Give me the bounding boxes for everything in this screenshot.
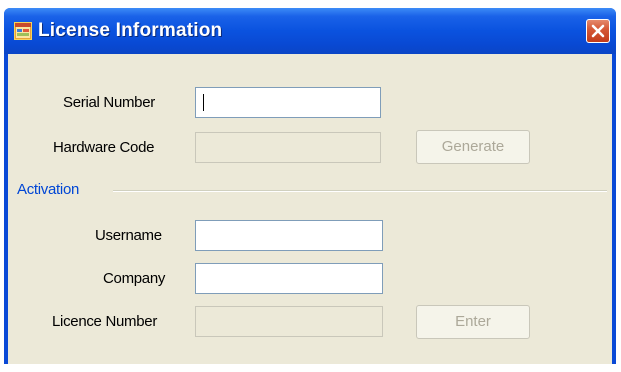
username-label: Username — [95, 227, 162, 244]
close-icon — [591, 24, 605, 38]
hardware-code-label: Hardware Code — [53, 139, 155, 156]
username-input[interactable] — [195, 220, 383, 251]
company-label: Company — [103, 270, 166, 287]
activation-group-label: Activation — [17, 181, 80, 198]
licence-number-label: Licence Number — [52, 313, 158, 330]
generate-button[interactable]: Generate — [416, 130, 530, 164]
enter-button[interactable]: Enter — [416, 305, 530, 339]
hardware-code-input — [195, 132, 381, 163]
close-button[interactable] — [586, 19, 610, 43]
text-caret — [203, 94, 204, 111]
title-bar[interactable]: License Information — [4, 8, 616, 54]
app-window-icon — [14, 22, 32, 40]
dialog-body: Serial Number Hardware Code Generate Act… — [8, 54, 612, 364]
window-title: License Information — [38, 20, 223, 41]
license-dialog: License Information Serial Number Hardwa… — [4, 8, 616, 364]
serial-number-input[interactable] — [195, 87, 381, 118]
company-input[interactable] — [195, 263, 383, 294]
licence-number-input — [195, 306, 383, 337]
group-divider — [113, 190, 607, 192]
serial-number-label: Serial Number — [63, 94, 155, 111]
